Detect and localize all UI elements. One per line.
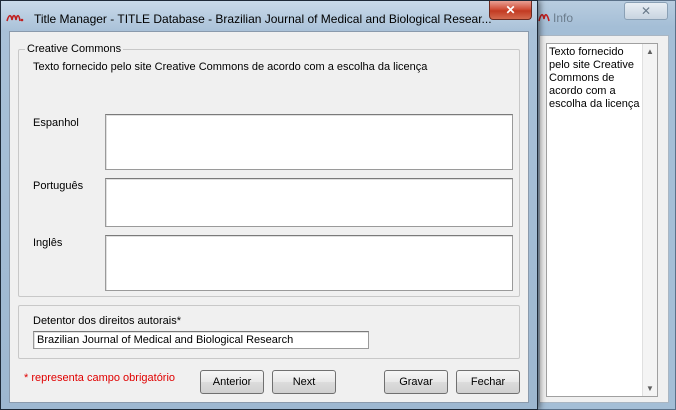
info-text-area[interactable]: Texto fornecido pelo site Creative Commo… bbox=[546, 43, 658, 397]
ingles-textarea[interactable] bbox=[105, 235, 513, 291]
scielo-logo-icon bbox=[538, 13, 550, 22]
window-title: Title Manager - TITLE Database - Brazili… bbox=[34, 12, 492, 26]
title-manager-window: Title Manager - TITLE Database - Brazili… bbox=[0, 0, 538, 410]
info-client-area: Texto fornecido pelo site Creative Commo… bbox=[539, 35, 669, 403]
info-window: Info ✕ Texto fornecido pelo site Creativ… bbox=[530, 0, 676, 410]
next-button[interactable]: Next bbox=[272, 370, 336, 394]
close-button[interactable]: ✕ bbox=[489, 1, 532, 20]
creative-commons-group: Creative Commons Texto fornecido pelo si… bbox=[18, 43, 520, 297]
creative-commons-legend: Creative Commons bbox=[25, 43, 124, 55]
required-field-note: * representa campo obrigatório bbox=[24, 372, 176, 384]
scroll-up-arrow-icon[interactable]: ▲ bbox=[646, 47, 654, 56]
portugues-label: Português bbox=[33, 180, 84, 192]
espanhol-label: Espanhol bbox=[33, 117, 79, 129]
info-text: Texto fornecido pelo site Creative Commo… bbox=[549, 46, 640, 110]
info-window-title: Info bbox=[553, 11, 574, 25]
creative-commons-description: Texto fornecido pelo site Creative Commo… bbox=[33, 61, 428, 73]
close-form-button[interactable]: Fechar bbox=[456, 370, 520, 394]
save-button[interactable]: Gravar bbox=[384, 370, 448, 394]
copyright-input[interactable]: Brazilian Journal of Medical and Biologi… bbox=[33, 331, 369, 349]
close-icon: ✕ bbox=[505, 3, 516, 17]
form-client-area: Creative Commons Texto fornecido pelo si… bbox=[9, 31, 529, 403]
scielo-logo-icon bbox=[6, 14, 24, 22]
copyright-label: Detentor dos direitos autorais* bbox=[33, 315, 181, 327]
copyright-group: Detentor dos direitos autorais* Brazilia… bbox=[18, 305, 520, 359]
espanhol-textarea[interactable] bbox=[105, 114, 513, 170]
scroll-down-arrow-icon[interactable]: ▼ bbox=[646, 384, 654, 393]
portugues-textarea[interactable] bbox=[105, 178, 513, 227]
ingles-label: Inglês bbox=[33, 237, 63, 249]
previous-button[interactable]: Anterior bbox=[200, 370, 264, 394]
close-icon: ✕ bbox=[640, 4, 652, 18]
info-scrollbar[interactable]: ▲ ▼ bbox=[642, 44, 657, 396]
info-close-button[interactable]: ✕ bbox=[624, 2, 668, 20]
